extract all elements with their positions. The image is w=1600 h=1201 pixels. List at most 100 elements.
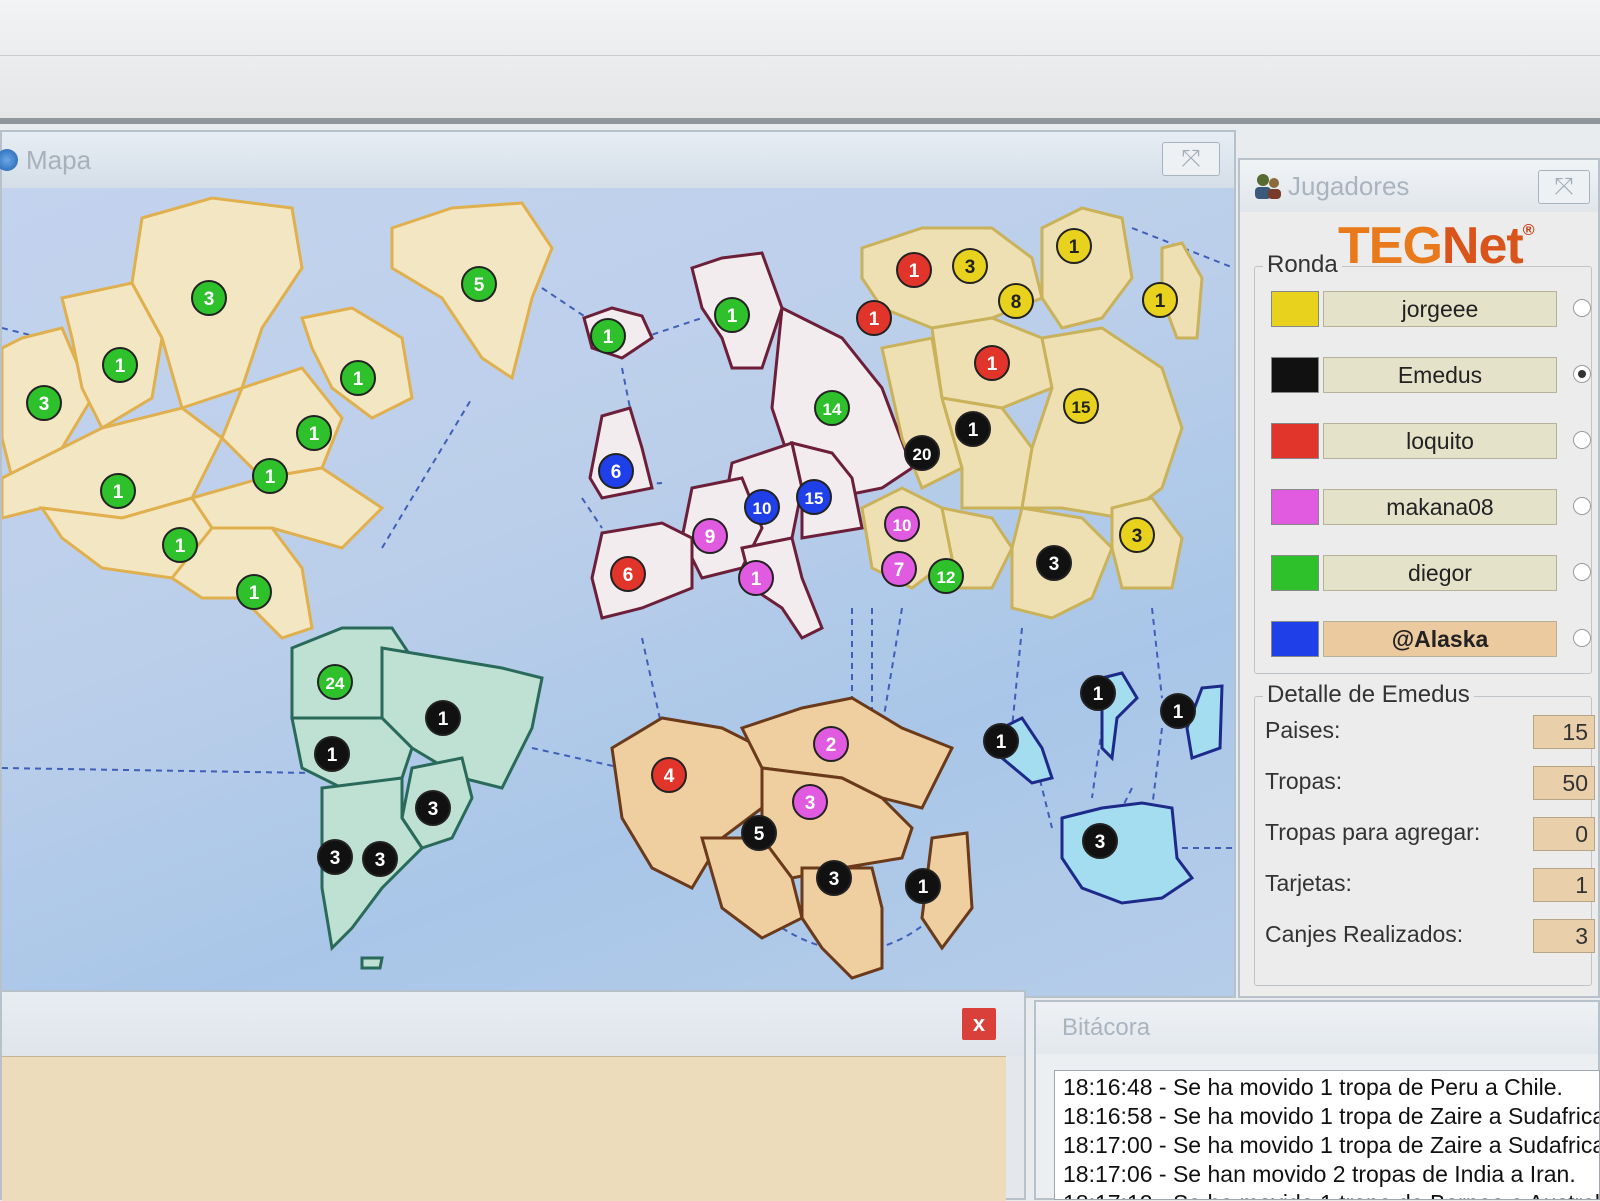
troop-marker[interactable]: 5	[461, 266, 497, 302]
troop-marker[interactable]: 10	[744, 489, 780, 525]
detail-value: 0	[1533, 817, 1595, 851]
player-name: makana08	[1323, 489, 1557, 525]
troop-marker[interactable]: 1	[955, 411, 991, 447]
troop-marker[interactable]: 1	[714, 297, 750, 333]
troop-marker[interactable]: 24	[317, 664, 353, 700]
troop-count: 3	[39, 394, 50, 415]
player-row[interactable]: @Alaska	[1271, 619, 1595, 659]
troop-marker[interactable]: 1	[425, 700, 461, 736]
troop-marker[interactable]: 8	[998, 283, 1034, 319]
log-list[interactable]: 18:16:48 - Se ha movido 1 tropa de Peru …	[1054, 1070, 1600, 1200]
troop-count: 1	[1155, 291, 1166, 312]
troop-marker[interactable]: 3	[1119, 517, 1155, 553]
troop-marker[interactable]: 1	[314, 736, 350, 772]
log-window-title: Bitácora	[1062, 1014, 1151, 1041]
map-close-button[interactable]: ⤧	[1162, 142, 1220, 176]
troop-marker[interactable]: 1	[905, 868, 941, 904]
troop-marker[interactable]: 12	[928, 558, 964, 594]
troop-marker[interactable]: 1	[974, 345, 1010, 381]
troop-marker[interactable]: 6	[610, 556, 646, 592]
troop-count: 5	[754, 824, 765, 845]
troop-marker[interactable]: 1	[590, 318, 626, 354]
player-color-swatch	[1271, 423, 1319, 459]
detail-legend: Detalle de Emedus	[1263, 681, 1474, 709]
detail-label: Tropas:	[1265, 768, 1343, 794]
troop-count: 1	[909, 261, 920, 282]
troop-marker[interactable]: 1	[896, 252, 932, 288]
round-legend: Ronda	[1263, 251, 1342, 279]
troop-marker[interactable]: 5	[741, 815, 777, 851]
player-row[interactable]: diegor	[1271, 553, 1595, 593]
world-map[interactable]: 3 1 3 1 1 1 1 1 1 5 1 1 6 6 9 10 15 1 14 20 10 7 12 1 3 1 1 8 1 1 1 15 3…	[2, 188, 1234, 996]
troop-marker[interactable]: 4	[651, 757, 687, 793]
troop-count: 3	[375, 850, 386, 871]
troop-marker[interactable]: 15	[796, 479, 832, 515]
player-color-swatch	[1271, 621, 1319, 657]
globe-icon	[0, 149, 18, 171]
troop-marker[interactable]: 1	[856, 300, 892, 336]
troop-count: 1	[265, 467, 276, 488]
chat-close-button[interactable]: x	[962, 1008, 996, 1040]
troop-count: 5	[474, 275, 485, 296]
player-row[interactable]: Emedus	[1271, 355, 1595, 395]
player-row[interactable]: makana08	[1271, 487, 1595, 527]
players-close-button[interactable]: ⤧	[1538, 170, 1590, 204]
troop-count: 14	[823, 400, 842, 419]
troop-count: 1	[918, 877, 929, 898]
troop-marker[interactable]: 3	[26, 385, 62, 421]
player-row[interactable]: loquito	[1271, 421, 1595, 461]
chat-messages-area[interactable]	[2, 1056, 1006, 1201]
troop-marker[interactable]: 3	[1082, 823, 1118, 859]
region-africa[interactable]	[610, 696, 974, 980]
troop-marker[interactable]: 10	[884, 506, 920, 542]
troop-marker[interactable]: 9	[692, 518, 728, 554]
troop-count: 1	[175, 536, 186, 557]
desktop-top-strip	[0, 0, 1600, 124]
player-radio[interactable]	[1573, 629, 1591, 647]
troop-marker[interactable]: 1	[1080, 675, 1116, 711]
player-radio[interactable]	[1573, 497, 1591, 515]
troop-marker[interactable]: 3	[317, 839, 353, 875]
region-north-america[interactable]	[2, 196, 554, 640]
player-row[interactable]: jorgeee	[1271, 289, 1595, 329]
troop-marker[interactable]: 1	[296, 415, 332, 451]
troop-marker[interactable]: 3	[816, 860, 852, 896]
troop-marker[interactable]: 1	[162, 527, 198, 563]
troop-marker[interactable]: 1	[983, 723, 1019, 759]
player-radio[interactable]	[1573, 365, 1591, 383]
troop-marker[interactable]: 1	[100, 473, 136, 509]
troop-marker[interactable]: 15	[1063, 388, 1099, 424]
troop-marker[interactable]: 6	[598, 453, 634, 489]
troop-marker[interactable]: 3	[952, 248, 988, 284]
troop-count: 1	[869, 309, 880, 330]
detail-row: Paises: 15	[1265, 715, 1595, 751]
troop-marker[interactable]: 1	[236, 574, 272, 610]
log-window: Bitácora 18:16:48 - Se ha movido 1 tropa…	[1034, 1000, 1600, 1200]
troop-marker[interactable]: 1	[1142, 282, 1178, 318]
troop-marker[interactable]: 3	[191, 280, 227, 316]
troop-marker[interactable]: 3	[362, 841, 398, 877]
troop-count: 1	[327, 745, 338, 766]
troop-marker[interactable]: 14	[814, 390, 850, 426]
troop-marker[interactable]: 1	[1056, 228, 1092, 264]
troop-marker[interactable]: 1	[252, 458, 288, 494]
detail-value: 1	[1533, 868, 1595, 902]
player-radio[interactable]	[1573, 431, 1591, 449]
troop-count: 1	[309, 424, 320, 445]
troop-marker[interactable]: 1	[340, 360, 376, 396]
chat-titlebar: x	[2, 992, 1024, 1056]
troop-marker[interactable]: 3	[792, 784, 828, 820]
detail-label: Canjes Realizados:	[1265, 921, 1464, 947]
troop-marker[interactable]: 3	[415, 790, 451, 826]
player-radio[interactable]	[1573, 299, 1591, 317]
troop-marker[interactable]: 7	[881, 551, 917, 587]
troop-marker[interactable]: 1	[738, 560, 774, 596]
troop-marker[interactable]: 1	[102, 347, 138, 383]
troop-marker[interactable]: 3	[1036, 545, 1072, 581]
troop-marker[interactable]: 2	[813, 726, 849, 762]
troop-marker[interactable]: 20	[904, 435, 940, 471]
troop-marker[interactable]: 1	[1160, 693, 1196, 729]
player-radio[interactable]	[1573, 563, 1591, 581]
troop-count: 8	[1011, 292, 1022, 313]
detail-group: Detalle de Emedus Paises: 15 Tropas: 50 Trop…	[1254, 681, 1595, 986]
